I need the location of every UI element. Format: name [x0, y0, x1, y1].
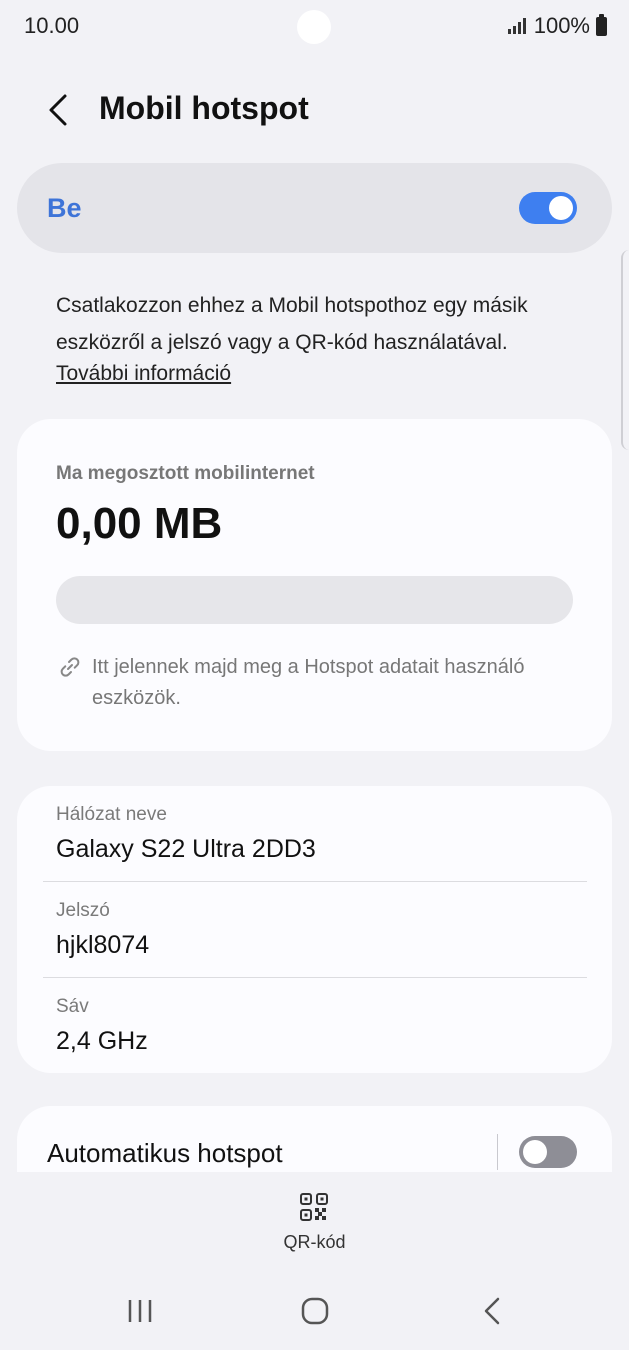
password-value: hjkl8074 [56, 931, 150, 959]
divider [43, 977, 587, 978]
navigation-bar [0, 1270, 629, 1350]
hotspot-description: Csatlakozzon ehhez a Mobil hotspothoz eg… [56, 294, 528, 354]
password-row[interactable]: Jelszó hjkl8074 [56, 900, 586, 960]
back-icon [484, 1297, 500, 1325]
auto-hotspot-toggle[interactable] [519, 1136, 577, 1168]
app-header: Mobil hotspot [0, 70, 629, 150]
vertical-divider [497, 1134, 498, 1170]
nav-back-button[interactable] [470, 1296, 514, 1326]
usage-value: 0,00 MB [56, 499, 223, 548]
toggle-knob [523, 1140, 547, 1164]
page-title: Mobil hotspot [99, 90, 309, 126]
battery-icon [596, 13, 607, 36]
signal-icon [507, 18, 526, 34]
qr-code-label: QR-kód [283, 1232, 346, 1252]
network-name-row[interactable]: Hálózat neve Galaxy S22 Ultra 2DD3 [56, 804, 586, 864]
status-time: 10.00 [24, 13, 80, 38]
recent-apps-icon [128, 1300, 152, 1322]
recent-apps-button[interactable] [118, 1296, 162, 1326]
hotspot-toggle[interactable] [519, 192, 577, 224]
status-icons: 100% [507, 13, 607, 39]
home-button[interactable] [293, 1296, 337, 1326]
battery-percent: 100% [533, 13, 590, 38]
network-name-value: Galaxy S22 Ultra 2DD3 [56, 835, 316, 863]
band-row[interactable]: Sáv 2,4 GHz [56, 996, 586, 1056]
master-switch-label: Be [47, 193, 82, 223]
status-bar: 10.00 100% [0, 0, 629, 56]
data-usage-card: Ma megosztott mobilinternet 0,00 MB Itt … [17, 419, 612, 751]
toggle-knob [549, 196, 573, 220]
hotspot-master-switch[interactable]: Be [17, 163, 612, 253]
edge-panel-handle[interactable] [621, 250, 629, 450]
network-details-card: Hálózat neve Galaxy S22 Ultra 2DD3 Jelsz… [17, 786, 612, 1073]
link-icon [60, 657, 80, 677]
network-name-label: Hálózat neve [56, 804, 167, 825]
qr-code-icon [300, 1193, 328, 1221]
usage-progress-bar [56, 576, 573, 624]
divider [43, 881, 587, 882]
usage-label: Ma megosztott mobilinternet [56, 463, 315, 484]
band-value: 2,4 GHz [56, 1027, 148, 1055]
auto-hotspot-label: Automatikus hotspot [47, 1138, 283, 1168]
connected-devices-note: Itt jelennek majd meg a Hotspot adatait … [92, 656, 525, 709]
qr-code-button[interactable]: QR-kód [262, 1188, 367, 1258]
auto-hotspot-row[interactable]: Automatikus hotspot [17, 1106, 612, 1172]
password-label: Jelszó [56, 900, 110, 921]
home-icon [301, 1297, 329, 1325]
more-info-link[interactable]: További információ [56, 362, 231, 386]
band-label: Sáv [56, 996, 89, 1017]
front-camera [297, 10, 331, 44]
chevron-left-icon [49, 94, 67, 126]
back-button[interactable] [38, 88, 78, 132]
